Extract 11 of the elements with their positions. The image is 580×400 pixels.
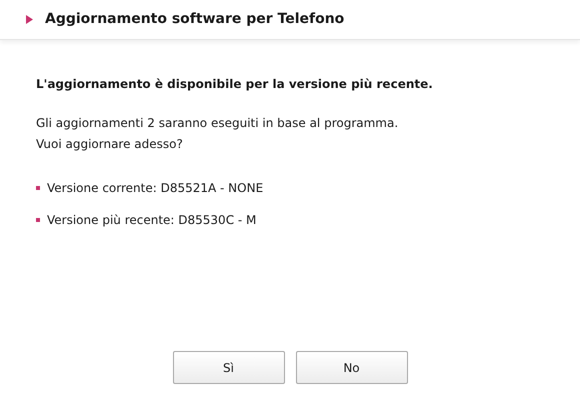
header-title: Aggiornamento software per Telefono: [45, 10, 344, 29]
dialog-button[interactable]: Sì: [172, 351, 284, 384]
message-text: Vuoi aggiornare adesso?: [36, 136, 184, 153]
version-text: Versione più recente: D85530C - M: [47, 212, 256, 229]
bullet-icon: [36, 186, 40, 190]
bullet-icon: [36, 218, 40, 222]
dialog-button[interactable]: No: [296, 351, 408, 384]
version-text: Versione corrente: D85521A - NONE: [47, 180, 264, 197]
message-text: Gli aggiornamenti 2 saranno eseguiti in base al programma.: [36, 115, 400, 132]
triangle-icon: [26, 15, 33, 24]
headline: L'aggiornamento è disponibile per la versione più recente.: [36, 76, 434, 93]
